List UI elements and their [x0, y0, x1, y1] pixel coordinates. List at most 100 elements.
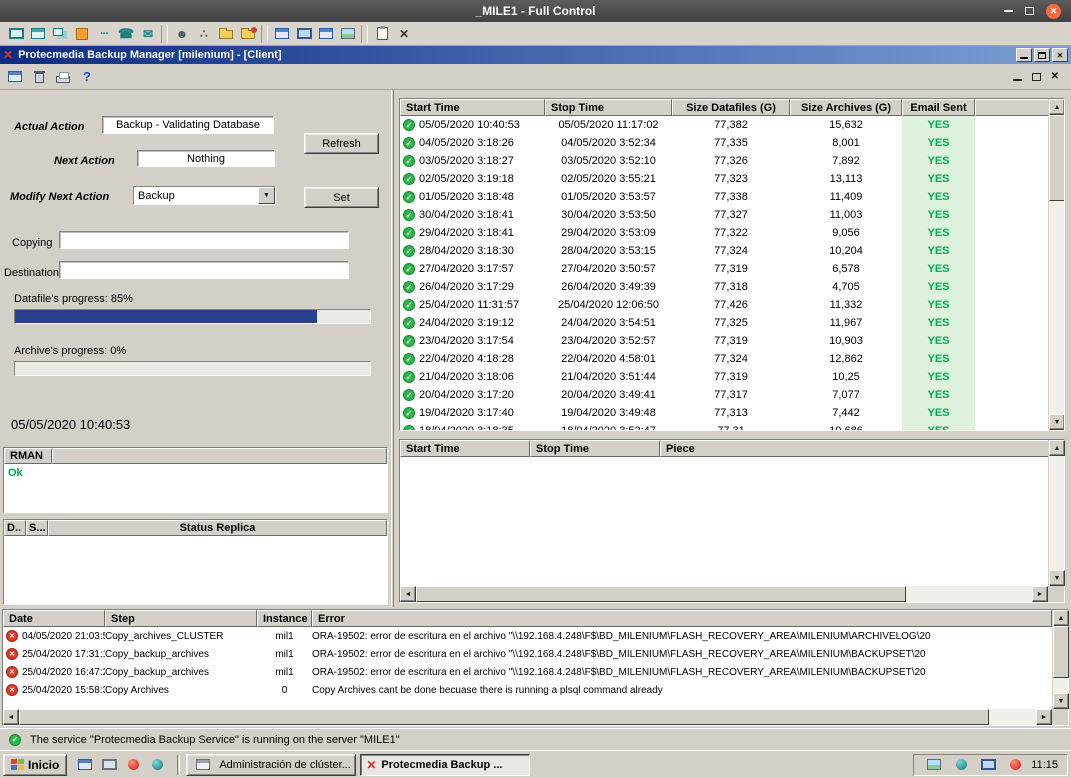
column-header-size-datafiles[interactable]: Size Datafiles (G) [672, 99, 790, 116]
quicklaunch-desktop-icon[interactable] [98, 754, 120, 775]
stop-control-icon[interactable] [71, 23, 93, 44]
column-header-start-time[interactable]: Start Time [400, 99, 545, 116]
column-header-rman[interactable]: RMAN [4, 448, 52, 464]
chat-icon[interactable]: ··· [93, 23, 115, 44]
table-row[interactable]: ✓18/04/2020 3:18:3518/04/2020 3:52:4777,… [400, 422, 1050, 430]
scroll-left-icon[interactable]: ◄ [400, 586, 416, 602]
screenshot-icon[interactable] [337, 23, 359, 44]
app-minimize-button[interactable] [1016, 48, 1032, 62]
scroll-left-icon[interactable]: ◄ [3, 709, 19, 725]
quicklaunch-media-icon[interactable] [122, 754, 144, 775]
tools-icon[interactable]: ✕ [393, 23, 415, 44]
app-window-icon[interactable] [271, 23, 293, 44]
column-header-status-replica[interactable]: Status Replica [48, 520, 387, 536]
screen-view-icon[interactable] [5, 23, 27, 44]
table-row[interactable]: ✓23/04/2020 3:17:5423/04/2020 3:52:5777,… [400, 332, 1050, 350]
quicklaunch-explorer-icon[interactable] [74, 754, 96, 775]
scroll-right-icon[interactable]: ► [1036, 709, 1052, 725]
table-row[interactable]: ✓28/04/2020 3:18:3028/04/2020 3:53:1577,… [400, 242, 1050, 260]
copying-field[interactable] [59, 231, 349, 249]
mdi-close-button[interactable]: ✕ [1051, 71, 1059, 82]
table-row[interactable]: ✓04/05/2020 3:18:2604/05/2020 3:52:3477,… [400, 134, 1050, 152]
column-header-stop-time[interactable]: Stop Time [545, 99, 672, 116]
folder-receive-icon[interactable] [237, 23, 259, 44]
minimize-icon[interactable] [1004, 10, 1013, 12]
column-header-size-archives[interactable]: Size Archives (G) [790, 99, 902, 116]
close-icon[interactable]: ✕ [1046, 4, 1061, 19]
scroll-right-icon[interactable]: ► [1032, 586, 1048, 602]
scroll-down-icon[interactable]: ▼ [1053, 693, 1069, 709]
modify-next-action-select[interactable]: Backup ▼ [133, 186, 276, 205]
column-header-email-sent[interactable]: Email Sent [902, 99, 975, 116]
column-header-stop-time[interactable]: Stop Time [530, 440, 660, 457]
network-share-icon[interactable]: ∴ [193, 23, 215, 44]
table-row[interactable]: ✓22/04/2020 4:18:2822/04/2020 4:58:0177,… [400, 350, 1050, 368]
error-vertical-scrollbar[interactable]: ▲ ▼ [1052, 610, 1068, 709]
table-row[interactable]: ✓03/05/2020 3:18:2703/05/2020 3:52:1077,… [400, 152, 1050, 170]
delete-icon[interactable] [28, 66, 50, 87]
dual-window-icon[interactable] [49, 23, 71, 44]
scrollbar-thumb[interactable] [416, 586, 906, 602]
column-header-blank[interactable] [52, 448, 387, 464]
table-row[interactable]: ✓05/05/2020 10:40:5305/05/2020 11:17:027… [400, 116, 1050, 134]
clipboard-icon[interactable] [371, 23, 393, 44]
error-horizontal-scrollbar[interactable]: ◄ ► [3, 709, 1052, 725]
app-maximize-button[interactable] [1034, 48, 1050, 62]
next-action-field[interactable]: Nothing [137, 150, 275, 167]
backup-vertical-scrollbar[interactable]: ▲ ▼ [1048, 99, 1064, 430]
column-header-d[interactable]: D.. [4, 520, 26, 536]
table-row[interactable]: ✕25/04/2020 15:58:39Copy Archives0Copy A… [3, 681, 1052, 699]
destination-field[interactable] [59, 261, 349, 279]
set-button[interactable]: Set [304, 187, 379, 208]
refresh-button[interactable]: Refresh [304, 133, 379, 154]
scroll-up-icon[interactable]: ▲ [1049, 99, 1065, 115]
scroll-up-icon[interactable]: ▲ [1053, 610, 1069, 626]
column-header-s[interactable]: S... [26, 520, 48, 536]
mdi-restore-button[interactable] [1032, 73, 1041, 81]
table-row[interactable]: ✓02/05/2020 3:19:1802/05/2020 3:55:2177,… [400, 170, 1050, 188]
scrollbar-thumb[interactable] [1049, 115, 1065, 201]
column-header-step[interactable]: Step [105, 610, 257, 627]
phone-icon[interactable]: ☎ [115, 23, 137, 44]
window-blue-icon[interactable] [315, 23, 337, 44]
table-row[interactable]: ✓29/04/2020 3:18:4129/04/2020 3:53:0977,… [400, 224, 1050, 242]
column-header-instance[interactable]: Instance [257, 610, 312, 627]
report-icon[interactable] [4, 66, 26, 87]
table-row[interactable]: ✓27/04/2020 3:17:5727/04/2020 3:50:5777,… [400, 260, 1050, 278]
actual-action-field[interactable]: Backup - Validating Database [102, 116, 274, 134]
tray-monitor-icon[interactable] [977, 754, 999, 775]
remote-titlebar[interactable]: _MILE1 - Full Control ✕ [0, 0, 1071, 22]
task-button-cluster-admin[interactable]: Administración de clúster... [186, 754, 356, 776]
app-titlebar[interactable]: ✕ Protecmedia Backup Manager [milenium] … [0, 46, 1071, 64]
table-row[interactable]: ✓26/04/2020 3:17:2926/04/2020 3:49:3977,… [400, 278, 1050, 296]
scroll-down-icon[interactable]: ▼ [1049, 414, 1065, 430]
quicklaunch-app-icon[interactable] [146, 754, 168, 775]
piece-vertical-scrollbar[interactable]: ▲ ▼ [1048, 440, 1064, 586]
table-row[interactable]: ✕04/05/2020 21:03:57Copy_archives_CLUSTE… [3, 627, 1052, 645]
app-close-button[interactable]: ✕ [1052, 48, 1068, 62]
table-row[interactable]: ✓30/04/2020 3:18:4130/04/2020 3:53:5077,… [400, 206, 1050, 224]
print-icon[interactable] [52, 66, 74, 87]
column-header-error[interactable]: Error [312, 610, 1052, 627]
window-view-icon[interactable] [27, 23, 49, 44]
message-icon[interactable]: ✉ [137, 23, 159, 44]
start-button[interactable]: Inicio [3, 754, 67, 776]
piece-horizontal-scrollbar[interactable]: ◄ ► [400, 586, 1048, 602]
tray-alert-icon[interactable] [1004, 754, 1026, 775]
help-icon[interactable]: ? [76, 66, 98, 87]
task-button-protecmedia-backup[interactable]: ✕ Protecmedia Backup ... [360, 754, 530, 776]
tray-display-icon[interactable] [923, 754, 945, 775]
column-header-start-time[interactable]: Start Time [400, 440, 530, 457]
column-header-piece[interactable]: Piece [660, 440, 1050, 457]
remote-monitor-icon[interactable] [293, 23, 315, 44]
scroll-up-icon[interactable]: ▲ [1049, 440, 1065, 456]
table-row[interactable]: ✓19/04/2020 3:17:4019/04/2020 3:49:4877,… [400, 404, 1050, 422]
mdi-minimize-button[interactable] [1013, 79, 1022, 81]
column-header-date[interactable]: Date [3, 610, 105, 627]
chevron-down-icon[interactable]: ▼ [258, 187, 275, 204]
scrollbar-thumb[interactable] [1053, 626, 1069, 678]
user-info-icon[interactable]: ☻ [171, 23, 193, 44]
table-row[interactable]: ✓01/05/2020 3:18:4801/05/2020 3:53:5777,… [400, 188, 1050, 206]
scroll-down-icon[interactable]: ▼ [1049, 570, 1065, 586]
table-row[interactable]: ✓20/04/2020 3:17:2020/04/2020 3:49:4177,… [400, 386, 1050, 404]
